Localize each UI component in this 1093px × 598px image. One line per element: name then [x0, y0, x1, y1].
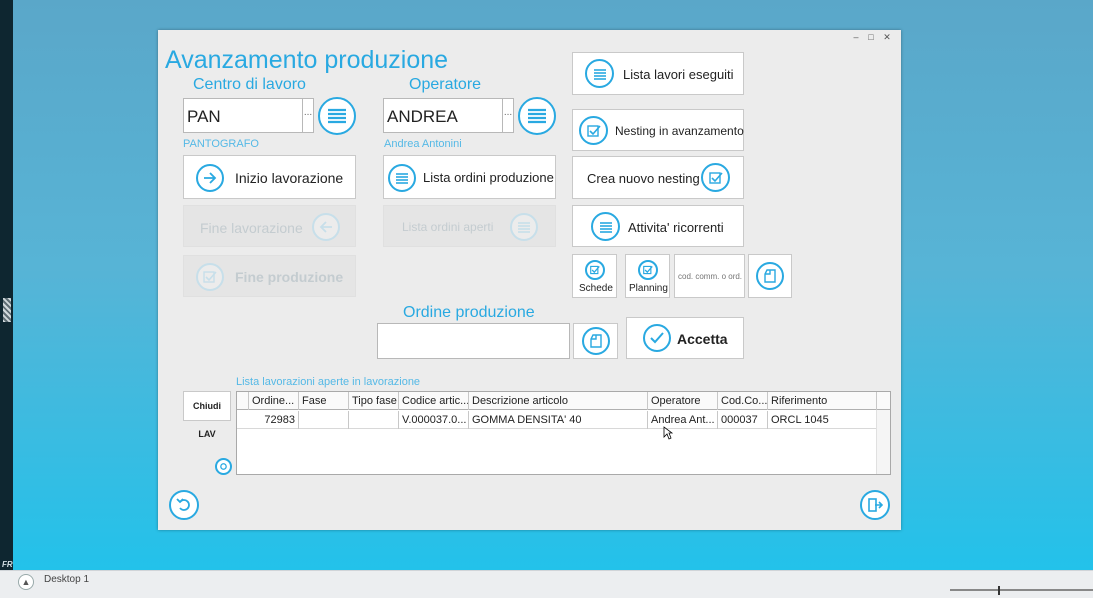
accetta-label: Accetta — [677, 331, 728, 347]
planning-label: Planning — [629, 283, 668, 294]
maximize-button[interactable]: □ — [866, 33, 876, 42]
ordine-produzione-input[interactable] — [377, 323, 570, 359]
ordine-produzione-search-button[interactable] — [573, 323, 618, 359]
centro-list-icon[interactable] — [318, 97, 356, 135]
fine-lavorazione-label: Fine lavorazione — [200, 220, 303, 236]
nesting-in-avanzamento-label: Nesting in avanzamento — [615, 124, 744, 138]
list-icon — [388, 164, 416, 192]
list-icon — [591, 212, 620, 241]
accetta-button[interactable]: Accetta — [626, 317, 744, 359]
table-cell — [349, 411, 399, 429]
arrow-right-icon — [196, 164, 224, 192]
planning-button[interactable]: Planning — [625, 254, 670, 298]
table-cell: V.000037.0... — [399, 411, 469, 429]
grid-scrollbar[interactable] — [876, 410, 890, 474]
fine-produzione-button[interactable]: Fine produzione — [183, 255, 356, 297]
crea-nuovo-nesting-button[interactable]: Crea nuovo nesting — [572, 156, 744, 199]
grid-column-header[interactable]: Cod.Co... — [718, 392, 768, 410]
attivita-ricorrenti-label: Attivita' ricorrenti — [628, 220, 724, 235]
grid-header: Ordine... Fase Tipo fase Codice artic...… — [237, 392, 890, 410]
close-button[interactable]: ✕ — [882, 33, 892, 42]
app-window: – □ ✕ Avanzamento produzione Centro di l… — [158, 30, 901, 530]
taskbar-ruler — [950, 589, 1093, 595]
mouse-cursor-icon — [663, 426, 673, 440]
crea-nuovo-nesting-label: Crea nuovo nesting — [587, 171, 700, 186]
grid-column-header[interactable]: Fase — [299, 392, 349, 410]
grid-column-header[interactable]: Codice artic... — [399, 392, 469, 410]
centro-lookup-dots[interactable]: ... — [302, 98, 314, 133]
cod-comm-input[interactable] — [674, 254, 745, 298]
table-row[interactable]: 72983 V.000037.0... GOMMA DENSITA' 40 An… — [237, 411, 877, 429]
lavorazioni-grid: Ordine... Fase Tipo fase Codice artic...… — [236, 391, 891, 475]
lista-ordini-produzione-button[interactable]: Lista ordini produzione — [383, 155, 556, 199]
desktop-label[interactable]: Desktop 1 — [44, 574, 89, 585]
taskbar-ruler-marker — [998, 586, 1000, 595]
check-edit-icon — [638, 260, 658, 280]
row-selector-header — [237, 392, 249, 410]
table-cell — [299, 411, 349, 429]
grid-column-header[interactable]: Riferimento — [768, 392, 877, 410]
lista-lavori-eseguiti-button[interactable]: Lista lavori eseguiti — [572, 52, 744, 95]
document-icon — [582, 327, 610, 355]
table-cell: Andrea Ant... — [648, 411, 718, 429]
arrow-left-icon — [312, 213, 340, 241]
grid-column-header[interactable]: Tipo fase — [349, 392, 399, 410]
edge-grip-icon — [3, 298, 11, 322]
page-title: Avanzamento produzione — [165, 46, 449, 74]
edge-label: FR — [2, 560, 13, 569]
minimize-button[interactable]: – — [851, 33, 861, 42]
left-screen-edge: FR — [0, 0, 13, 570]
centro-description: PANTOGRAFO — [183, 138, 259, 150]
inizio-lavorazione-label: Inizio lavorazione — [235, 170, 344, 186]
check-edit-icon — [196, 263, 224, 291]
check-edit-icon — [701, 163, 730, 192]
nesting-in-avanzamento-button[interactable]: Nesting in avanzamento — [572, 109, 744, 151]
chevron-up-icon[interactable]: ▲ — [18, 574, 34, 590]
check-edit-icon — [585, 260, 605, 280]
table-cell: ORCL 1045 — [768, 411, 877, 429]
table-cell: 000037 — [718, 411, 768, 429]
operatore-input[interactable]: ANDREA — [383, 98, 503, 133]
exit-icon[interactable] — [860, 490, 890, 520]
lista-ordini-aperti-button[interactable]: Lista ordini aperti — [383, 205, 556, 247]
attivita-ricorrenti-button[interactable]: Attivita' ricorrenti — [572, 205, 744, 247]
table-cell: GOMMA DENSITA' 40 — [469, 411, 648, 429]
operatore-description: Andrea Antonini — [384, 138, 462, 150]
undo-icon[interactable] — [169, 490, 199, 520]
list-icon — [510, 213, 538, 241]
operatore-lookup-dots[interactable]: ... — [502, 98, 514, 133]
table-cell: 72983 — [249, 411, 299, 429]
check-icon — [643, 324, 671, 352]
lista-lavori-eseguiti-label: Lista lavori eseguiti — [623, 67, 734, 82]
lista-ordini-produzione-label: Lista ordini produzione — [423, 170, 554, 185]
lista-ordini-aperti-label: Lista ordini aperti — [402, 220, 494, 234]
grid-column-header[interactable]: Ordine... — [249, 392, 299, 410]
ordine-produzione-label: Ordine produzione — [403, 304, 535, 321]
document-icon — [756, 262, 784, 290]
settings-icon[interactable] — [215, 458, 232, 475]
operatore-label: Operatore — [409, 76, 482, 93]
centro-label: Centro di lavoro — [193, 76, 306, 93]
cod-comm-search-button[interactable] — [748, 254, 792, 298]
taskbar: ▲ Desktop 1 — [0, 570, 1093, 598]
fine-lavorazione-button[interactable]: Fine lavorazione — [183, 205, 356, 247]
operatore-list-icon[interactable] — [518, 97, 556, 135]
schede-button[interactable]: Schede — [572, 254, 617, 298]
grid-column-header[interactable]: Operatore — [648, 392, 718, 410]
fine-produzione-label: Fine produzione — [235, 269, 344, 285]
grid-title: Lista lavorazioni aperte in lavorazione — [236, 376, 421, 388]
grid-column-header[interactable]: Descrizione articolo — [469, 392, 648, 410]
centro-input[interactable]: PAN — [183, 98, 303, 133]
schede-label: Schede — [579, 283, 613, 294]
check-edit-icon — [579, 116, 608, 145]
list-icon — [585, 59, 614, 88]
chiudi-lav-button[interactable]: Chiudi LAV — [183, 391, 231, 439]
inizio-lavorazione-button[interactable]: Inizio lavorazione — [183, 155, 356, 199]
